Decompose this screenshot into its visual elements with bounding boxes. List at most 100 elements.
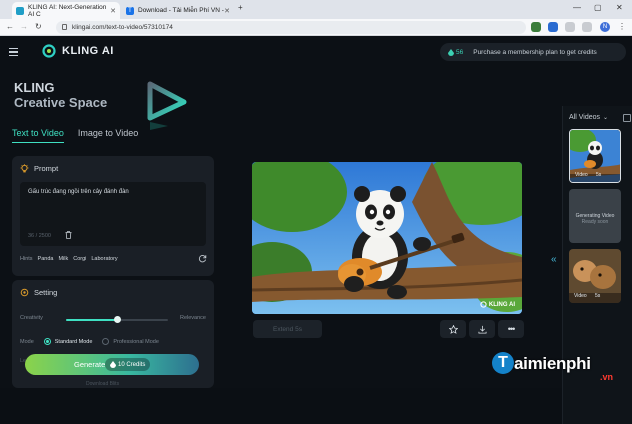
below-generate-text: Download Blits: [86, 381, 120, 387]
lock-icon: [62, 24, 67, 30]
video-watermark: KLING AI: [480, 301, 515, 308]
profile-avatar[interactable]: N: [600, 22, 610, 32]
video-thumb-1[interactable]: Video 5s: [569, 129, 621, 183]
generating-status: Generating Video Ready soon: [569, 213, 621, 225]
prompt-text: Gấu trúc đang ngồi trên cây đánh đàn: [28, 189, 129, 195]
video-thumb-generating[interactable]: Generating Video Ready soon: [569, 189, 621, 243]
hero-title-line1: KLING: [14, 80, 55, 95]
all-videos-filter[interactable]: All Videos ⌄: [569, 114, 631, 122]
taimienphi-logo-icon: T: [492, 352, 514, 374]
hero-title-line2: Creative Space: [14, 95, 108, 110]
mode-tabs: Text to Video Image to Video: [12, 128, 152, 143]
tab-text-to-video[interactable]: Text to Video: [12, 128, 64, 143]
prompt-heading-label: Prompt: [34, 164, 59, 173]
url-field[interactable]: klingai.com/text-to-video/57310174: [56, 21, 526, 34]
browser-tab-strip: KLING AI: Next-Generation AI C ✕ T Downl…: [0, 0, 632, 19]
credits-count: 56: [456, 48, 464, 56]
more-options-button[interactable]: •••: [498, 320, 524, 338]
extension-icon[interactable]: [548, 22, 558, 32]
char-counter: 36 / 2500: [28, 233, 51, 239]
standard-mode-label[interactable]: Standard Mode: [55, 339, 93, 345]
hamburger-menu-icon[interactable]: [9, 48, 18, 56]
tab-title: KLING AI: Next-Generation AI C: [28, 3, 107, 18]
collapse-panel-icon[interactable]: «: [551, 254, 557, 265]
prompt-textarea[interactable]: Gấu trúc đang ngồi trên cây đánh đàn 36 …: [20, 182, 206, 246]
new-tab-button[interactable]: +: [238, 3, 243, 12]
tab-title: Download - Tải Miễn Phí VN -: [138, 7, 224, 14]
tab-image-to-video[interactable]: Image to Video: [78, 128, 138, 143]
thumb-duration: 5s: [595, 293, 601, 299]
all-videos-label: All Videos: [569, 114, 601, 121]
download-button[interactable]: [469, 320, 495, 338]
generate-button[interactable]: Generate 10 Credits: [25, 354, 199, 375]
close-window-icon[interactable]: ✕: [616, 3, 623, 12]
all-videos-rail: All Videos ⌄ Video 5s Generating Video R…: [562, 106, 632, 424]
download-favicon-icon: T: [126, 6, 134, 15]
lightbulb-icon: [20, 164, 29, 173]
relevance-label: Relevance: [180, 315, 206, 321]
hints-label: Hints: [20, 256, 33, 262]
thumb-type: Video: [574, 293, 587, 299]
creativity-label: Creativity: [20, 315, 43, 321]
browser-tab-kling[interactable]: KLING AI: Next-Generation AI C ✕: [12, 2, 120, 19]
forward-icon[interactable]: →: [20, 22, 28, 31]
browser-tab-download[interactable]: T Download - Tải Miễn Phí VN - ✕: [122, 2, 234, 19]
panda-guitar-image: [252, 162, 522, 314]
setting-heading: Setting: [20, 288, 57, 297]
prompt-heading: Prompt: [20, 164, 58, 173]
reload-icon[interactable]: ↻: [35, 22, 42, 31]
refresh-hints-icon[interactable]: [198, 254, 207, 263]
star-icon: [448, 324, 458, 334]
hint-chip-laboratory[interactable]: Laboratory: [91, 256, 117, 262]
professional-mode-radio[interactable]: [102, 338, 110, 345]
hint-chip-panda[interactable]: Panda: [38, 256, 54, 262]
extension-icon[interactable]: [531, 22, 541, 32]
more-dots-icon: •••: [507, 323, 516, 334]
thumb-duration: 5s: [596, 172, 602, 178]
favorite-button[interactable]: [440, 320, 466, 338]
kling-watermark-icon: [480, 301, 487, 308]
setting-gear-icon: [20, 288, 29, 297]
slider-fill: [66, 319, 117, 321]
professional-mode-label[interactable]: Professional Mode: [113, 339, 159, 345]
generate-label: Generate: [74, 360, 106, 369]
trash-icon[interactable]: [65, 231, 72, 239]
promo-text: Purchase a membership plan to get credit…: [473, 48, 597, 56]
hero-title: KLING Creative Space: [14, 80, 107, 110]
extend-button[interactable]: Extend 5s: [253, 320, 322, 338]
extensions-puzzle-icon[interactable]: [565, 22, 575, 32]
kling-logo[interactable]: KLING AI: [42, 44, 114, 58]
standard-mode-radio[interactable]: [43, 338, 51, 345]
hint-chip-milk[interactable]: Milk: [58, 256, 68, 262]
download-icon: [477, 325, 487, 334]
hints-row: Hints Panda Milk Corgi Laboratory: [20, 256, 118, 262]
chevron-down-icon: ⌄: [603, 115, 609, 121]
credits-badge: 56: [448, 48, 464, 56]
tab-close-icon[interactable]: ✕: [224, 7, 230, 15]
maximize-icon[interactable]: ▢: [594, 3, 602, 12]
mode-row: Mode Standard Mode Professional Mode: [20, 338, 159, 345]
generated-video-preview[interactable]: KLING AI: [252, 162, 522, 314]
generate-cost: 10 Credits: [105, 358, 151, 371]
minimize-icon[interactable]: —: [573, 3, 581, 12]
taimienphi-name: aimienphi: [514, 354, 591, 373]
slider-thumb[interactable]: [113, 316, 121, 323]
kling-favicon-icon: [16, 6, 24, 15]
grid-view-icon[interactable]: [623, 114, 631, 122]
back-icon[interactable]: ←: [6, 22, 14, 31]
credit-drop-icon: [448, 48, 454, 56]
url-text: klingai.com/text-to-video/57310174: [72, 24, 173, 31]
hint-chip-corgi[interactable]: Corgi: [73, 256, 86, 262]
generate-cost-text: 10 Credits: [118, 361, 146, 368]
membership-promo-button[interactable]: 56 Purchase a membership plan to get cre…: [440, 43, 626, 61]
tab-close-icon[interactable]: ✕: [110, 7, 116, 15]
thumb-type: Video: [575, 172, 588, 178]
top-bar: KLING AI 56 Purchase a membership plan t…: [0, 36, 632, 70]
sidebar-toggle-icon[interactable]: [582, 22, 592, 32]
video-thumb-2[interactable]: Video 5s: [569, 249, 621, 303]
browser-menu-icon[interactable]: ⋮: [618, 22, 626, 31]
prompt-card: Prompt Gấu trúc đang ngồi trên cây đánh …: [12, 156, 214, 276]
setting-heading-label: Setting: [34, 288, 58, 297]
creativity-slider[interactable]: [66, 316, 168, 323]
kling-logo-icon: [42, 44, 56, 58]
